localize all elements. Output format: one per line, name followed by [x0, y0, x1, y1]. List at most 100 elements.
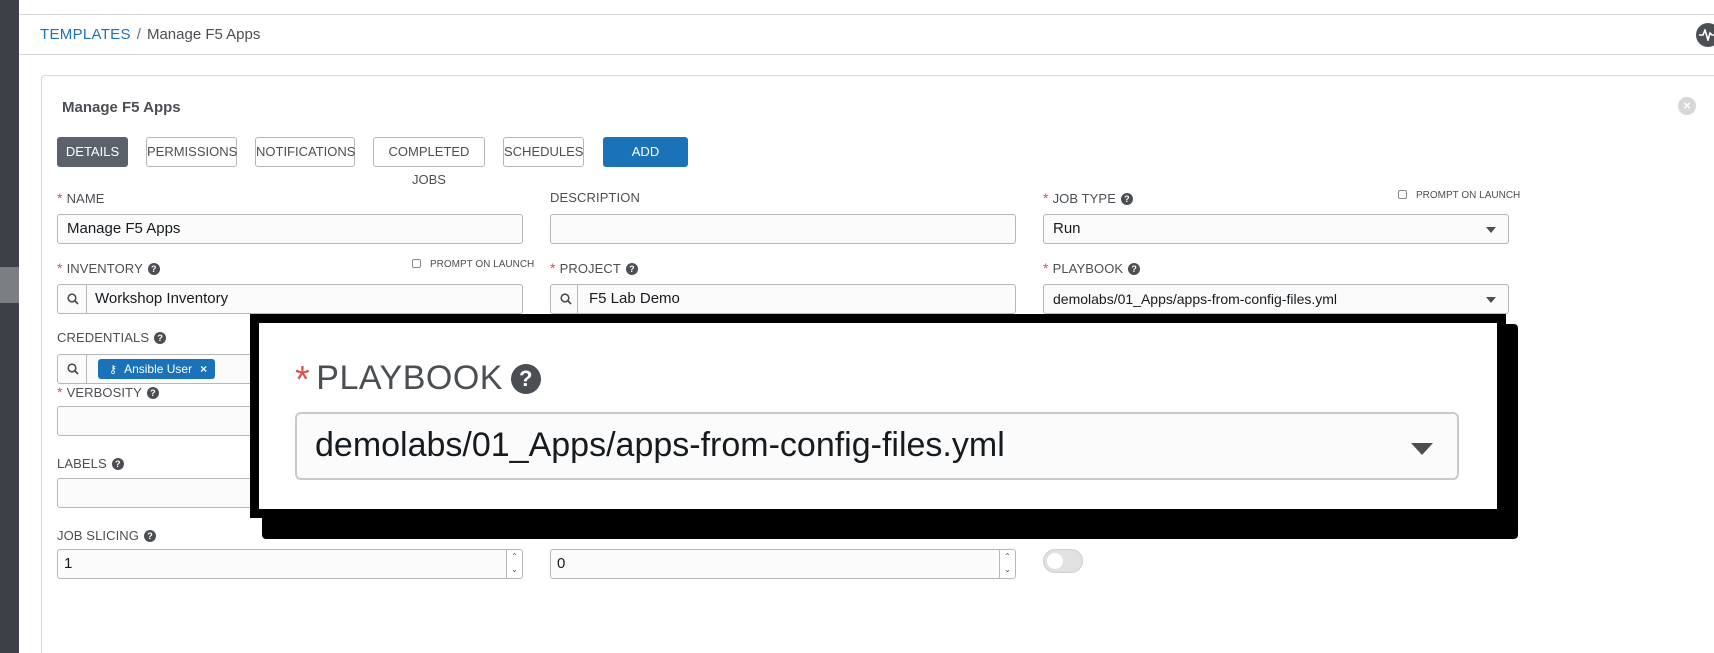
help-icon[interactable]: ? — [1128, 263, 1141, 275]
prompt-checkbox[interactable] — [1398, 190, 1407, 199]
job-type-prompt-on-launch: PROMPT ON LAUNCH — [1398, 190, 1520, 201]
help-icon: ? — [510, 364, 541, 394]
top-bar — [19, 0, 1714, 15]
project-label-text: PROJECT — [559, 261, 621, 276]
chevron-down-icon — [1486, 227, 1496, 233]
chevron-down-icon — [1486, 297, 1496, 303]
key-icon: ⚷ — [109, 364, 118, 376]
inventory-value: Workshop Inventory — [95, 290, 229, 307]
inventory-prompt-on-launch: PROMPT ON LAUNCH — [412, 259, 534, 270]
project-lookup[interactable]: F5 Lab Demo — [550, 284, 1016, 314]
credential-chip-label: Ansible User — [124, 362, 193, 376]
labels-label: LABELS? — [57, 456, 124, 471]
required-marker: * — [1043, 260, 1049, 276]
help-icon[interactable]: ? — [147, 263, 160, 275]
zoom-playbook-value: demolabs/01_Apps/apps-from-config-files.… — [315, 426, 1005, 464]
required-marker: * — [57, 260, 63, 276]
nav-rail-active-item[interactable] — [0, 267, 19, 303]
inventory-label: * INVENTORY? — [57, 260, 160, 276]
zoom-playbook-label-text: PLAYBOOK — [316, 359, 503, 397]
required-marker: * — [57, 384, 63, 400]
job-type-label: * JOB TYPE? — [1043, 190, 1133, 206]
search-icon — [560, 293, 572, 305]
search-icon — [67, 363, 79, 375]
playbook-label-text: PLAYBOOK — [1052, 261, 1124, 276]
labels-label-text: LABELS — [57, 456, 107, 471]
job-slicing-input[interactable]: 1 ⌃ ⌄ — [57, 549, 523, 579]
name-label: * NAME — [57, 190, 105, 206]
breadcrumb-templates-link[interactable]: TEMPLATES — [40, 26, 131, 43]
remove-credential-icon[interactable]: × — [200, 362, 207, 376]
chevron-down-icon — [1411, 443, 1433, 455]
project-value: F5 Lab Demo — [589, 290, 680, 307]
number-spinner[interactable]: ⌃ ⌄ — [999, 550, 1015, 578]
credentials-label-text: CREDENTIALS — [57, 330, 150, 345]
verbosity-label-text: VERBOSITY — [66, 385, 142, 400]
spinner-up-icon[interactable]: ⌃ — [507, 550, 522, 563]
inventory-label-text: INVENTORY — [66, 261, 143, 276]
description-input[interactable] — [550, 214, 1016, 244]
timeout-input[interactable]: 0 ⌃ ⌄ — [550, 549, 1016, 579]
job-slicing-value: 1 — [64, 555, 73, 572]
credentials-label: CREDENTIALS? — [57, 330, 167, 345]
credential-chip[interactable]: ⚷ Ansible User × — [98, 359, 216, 379]
job-type-value: Run — [1053, 220, 1081, 237]
help-icon[interactable]: ? — [625, 263, 638, 275]
playbook-select[interactable]: demolabs/01_Apps/apps-from-config-files.… — [1043, 284, 1509, 314]
project-search-button[interactable] — [551, 285, 578, 313]
job-slicing-label-text: JOB SLICING — [57, 528, 140, 543]
close-icon[interactable]: × — [1678, 97, 1696, 115]
spinner-up-icon[interactable]: ⌃ — [1000, 550, 1015, 563]
job-type-label-text: JOB TYPE — [1052, 191, 1116, 206]
tab-schedules[interactable]: SCHEDULES — [503, 137, 584, 167]
tab-notifications[interactable]: NOTIFICATIONS — [255, 137, 355, 167]
zoom-playbook-select: demolabs/01_Apps/apps-from-config-files.… — [295, 412, 1459, 480]
zoom-callout: * PLAYBOOK? demolabs/01_Apps/apps-from-co… — [250, 314, 1506, 518]
credentials-search-button[interactable] — [58, 355, 87, 383]
playbook-label: * PLAYBOOK? — [1043, 260, 1141, 276]
breadcrumb-current: Manage F5 Apps — [146, 26, 261, 43]
toggle-knob — [1047, 553, 1063, 569]
spinner-down-icon[interactable]: ⌄ — [507, 563, 522, 576]
breadcrumb: TEMPLATES / Manage F5 Apps — [40, 26, 260, 43]
number-spinner[interactable]: ⌃ ⌄ — [506, 550, 522, 578]
verbosity-label: * VERBOSITY? — [57, 384, 159, 400]
inventory-search-button[interactable] — [58, 285, 87, 313]
tab-permissions[interactable]: PERMISSIONS — [146, 137, 237, 167]
required-marker: * — [295, 359, 311, 401]
breadcrumb-bar: TEMPLATES / Manage F5 Apps — [19, 15, 1714, 55]
breadcrumb-separator: / — [136, 26, 141, 43]
prompt-checkbox[interactable] — [412, 259, 421, 268]
help-icon[interactable]: ? — [154, 332, 167, 344]
inventory-lookup[interactable]: Workshop Inventory — [57, 284, 523, 314]
project-label: * PROJECT? — [550, 260, 638, 276]
search-icon — [67, 293, 79, 305]
name-label-text: NAME — [66, 191, 105, 206]
activity-icon — [1699, 29, 1714, 41]
required-marker: * — [57, 190, 63, 206]
description-label: DESCRIPTION — [550, 190, 640, 205]
left-nav-rail — [0, 0, 19, 653]
job-slicing-label: JOB SLICING? — [57, 528, 157, 543]
required-marker: * — [1043, 190, 1049, 206]
playbook-value: demolabs/01_Apps/apps-from-config-files.… — [1053, 291, 1338, 307]
add-survey-button[interactable]: ADD SURVEY — [603, 137, 688, 187]
name-input[interactable]: Manage F5 Apps — [57, 214, 523, 244]
help-icon[interactable]: ? — [1120, 193, 1133, 205]
tab-details[interactable]: DETAILS — [57, 137, 128, 167]
app-window: TEMPLATES / Manage F5 Apps Manage F5 Apps … — [0, 0, 1714, 653]
panel-title: Manage F5 Apps — [62, 99, 181, 116]
prompt-on-launch-text: PROMPT ON LAUNCH — [430, 259, 535, 270]
zoom-playbook-label: * PLAYBOOK? — [295, 359, 541, 402]
timeout-value: 0 — [557, 555, 566, 572]
spinner-down-icon[interactable]: ⌄ — [1000, 563, 1015, 576]
required-marker: * — [550, 260, 556, 276]
job-type-select[interactable]: Run — [1043, 214, 1509, 244]
help-icon[interactable]: ? — [146, 387, 159, 399]
activity-stream-icon[interactable] — [1696, 23, 1714, 47]
tab-completed-jobs[interactable]: COMPLETED JOBS — [373, 137, 485, 187]
prompt-on-launch-text: PROMPT ON LAUNCH — [1416, 190, 1521, 201]
help-icon[interactable]: ? — [144, 530, 157, 542]
toggle-switch[interactable] — [1043, 549, 1083, 573]
help-icon[interactable]: ? — [111, 458, 124, 470]
